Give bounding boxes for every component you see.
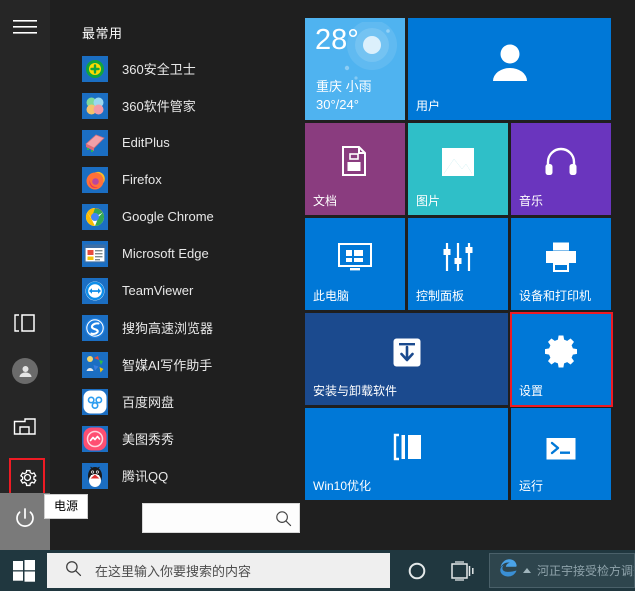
tile-devices-printers[interactable]: 设备和打印机 [511, 218, 611, 310]
zhimei-ai-icon [82, 351, 108, 378]
list-item-label: 360安全卫士 [122, 62, 196, 77]
chevron-up-icon [523, 568, 531, 573]
start-menu-left-rail [0, 0, 50, 550]
tencent-qq-icon [82, 462, 108, 489]
baidu-netdisk-icon [82, 388, 108, 415]
list-item[interactable]: 搜狗高速浏览器 [50, 309, 300, 346]
list-item[interactable]: 360安全卫士 [50, 50, 300, 87]
teamviewer-icon [82, 277, 108, 304]
weather-range: 30°/24° [316, 97, 359, 112]
tile-settings[interactable]: 设置 [511, 313, 611, 405]
start-button[interactable] [0, 550, 47, 591]
list-item-label: 百度网盘 [122, 395, 175, 410]
tile-this-pc[interactable]: 此电脑 [305, 218, 405, 310]
chrome-icon [82, 203, 108, 230]
windows-logo-icon [12, 559, 35, 582]
news-taskbar-widget[interactable]: 河正宇接受检方调查 [489, 553, 635, 588]
rail-pictures-icon[interactable] [7, 409, 43, 445]
list-item-label: Firefox [122, 172, 162, 187]
list-item[interactable]: Microsoft Edge [50, 235, 300, 272]
rail-power-icon[interactable] [7, 500, 43, 536]
list-item[interactable]: 360软件管家 [50, 87, 300, 124]
weather-temperature: 28° [315, 24, 359, 56]
meitu-icon [82, 425, 108, 452]
tile-label: 设置 [519, 384, 544, 398]
tile-pictures[interactable]: 图片 [408, 123, 508, 215]
taskbar-search-placeholder: 在这里输入你要搜索的内容 [95, 564, 252, 579]
tile-run[interactable]: 运行 [511, 408, 611, 500]
app-list: 360安全卫士 360软件管家 EditPlus Firefox Google … [50, 50, 300, 494]
list-item[interactable]: EditPlus [50, 124, 300, 161]
cortana-circle-icon [408, 562, 426, 579]
tile-label: 运行 [519, 479, 544, 493]
tile-label: 设备和打印机 [519, 289, 592, 303]
tile-label: 此电脑 [313, 289, 350, 303]
cortana-button[interactable] [396, 550, 438, 591]
tile-win10-optimize[interactable]: Win10优化 [305, 408, 508, 500]
tile-label: 用户 [416, 99, 441, 113]
tile-label: 文档 [313, 194, 338, 208]
taskbar: 在这里输入你要搜索的内容 河正宇接受检方调查 [0, 550, 635, 591]
tile-label: 音乐 [519, 194, 544, 208]
weather-city-condition: 重庆 小雨 [316, 79, 372, 94]
list-item[interactable]: Google Chrome [50, 198, 300, 235]
tile-music[interactable]: 音乐 [511, 123, 611, 215]
list-item[interactable]: Firefox [50, 161, 300, 198]
start-menu-search-box[interactable] [142, 503, 300, 533]
app-list-header: 最常用 [82, 26, 123, 41]
avatar [12, 358, 38, 384]
tile-control-panel[interactable]: 控制面板 [408, 218, 508, 310]
search-icon [275, 510, 292, 532]
rail-user-account-icon[interactable] [7, 353, 43, 389]
tiles-pane: 28° 重庆 小雨 30°/24° 用户 文档 图片 音乐 此电脑 控制面板 设… [300, 0, 635, 550]
360-safe-icon [82, 55, 108, 82]
rail-documents-icon[interactable] [7, 305, 43, 341]
list-item[interactable]: 智媒AI写作助手 [50, 346, 300, 383]
list-item-label: Google Chrome [122, 209, 214, 224]
tile-label: 控制面板 [416, 289, 465, 303]
windows-start-menu-screen: 电源 最常用 360安全卫士 360软件管家 EditPlus Firefox … [0, 0, 635, 591]
list-item-label: TeamViewer [122, 283, 194, 298]
taskbar-search-box[interactable]: 在这里输入你要搜索的内容 [47, 553, 390, 588]
tile-user[interactable]: 用户 [408, 18, 611, 120]
tile-label: Win10优化 [313, 479, 372, 493]
list-item[interactable]: TeamViewer [50, 272, 300, 309]
list-item-label: 美图秀秀 [122, 432, 175, 447]
editplus-icon [82, 129, 108, 156]
search-icon [65, 560, 82, 582]
tile-weather[interactable]: 28° 重庆 小雨 30°/24° [305, 18, 405, 120]
list-item[interactable]: 美图秀秀 [50, 420, 300, 457]
edge-legacy-icon [82, 240, 108, 267]
task-view-icon [451, 560, 474, 581]
hamburger-menu-icon[interactable] [7, 9, 43, 45]
list-item[interactable]: 百度网盘 [50, 383, 300, 420]
task-view-button[interactable] [441, 550, 485, 591]
list-item-label: 智媒AI写作助手 [122, 358, 213, 373]
list-item-label: 360软件管家 [122, 99, 196, 114]
tile-install-uninstall[interactable]: 安装与卸载软件 [305, 313, 508, 405]
edge-legacy-icon [496, 556, 520, 585]
firefox-icon [82, 166, 108, 193]
rail-settings-gear-icon[interactable] [9, 458, 45, 496]
list-item[interactable]: 腾讯QQ [50, 457, 300, 494]
list-item-label: EditPlus [122, 135, 170, 150]
tile-label: 图片 [416, 194, 441, 208]
start-menu-panel: 电源 最常用 360安全卫士 360软件管家 EditPlus Firefox … [0, 0, 635, 550]
power-tooltip: 电源 [44, 494, 89, 519]
tile-documents[interactable]: 文档 [305, 123, 405, 215]
360-software-icon [82, 92, 108, 119]
list-item-label: 腾讯QQ [122, 469, 169, 484]
news-headline: 河正宇接受检方调查 [537, 564, 634, 578]
list-item-label: 搜狗高速浏览器 [122, 321, 214, 336]
list-item-label: Microsoft Edge [122, 246, 209, 261]
app-list-pane: 最常用 360安全卫士 360软件管家 EditPlus Firefox Goo… [50, 0, 300, 550]
tile-label: 安装与卸载软件 [313, 384, 398, 398]
sogou-browser-icon [82, 314, 108, 341]
